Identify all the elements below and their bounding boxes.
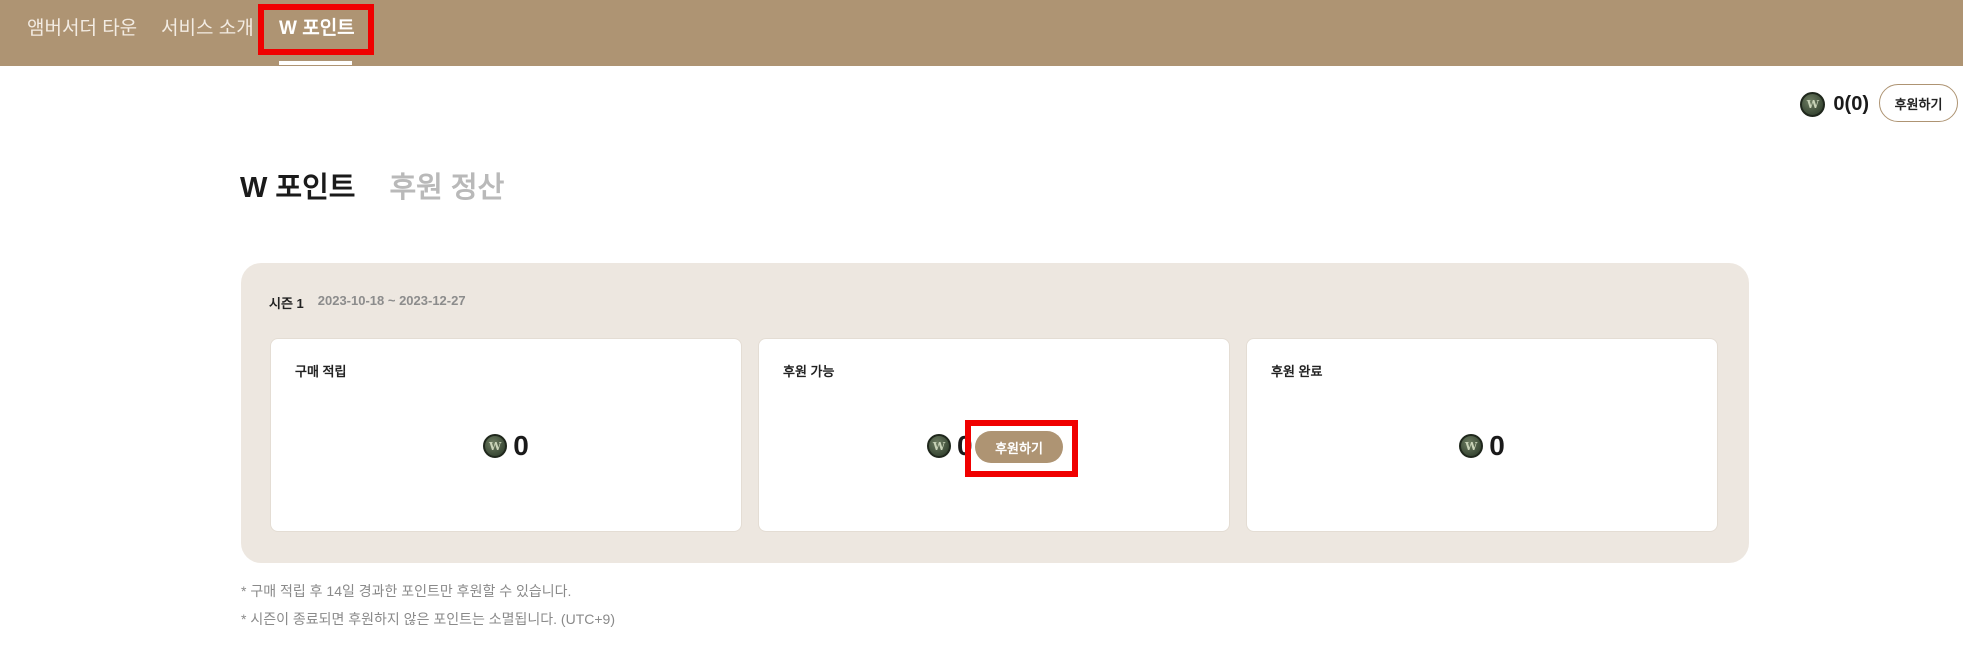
season-dates: 2023-10-18 ~ 2023-12-27 (317, 293, 466, 308)
point-balance: W 0(0) (1800, 86, 1869, 122)
w-coin-icon: W (927, 434, 951, 458)
note-season-expiry: * 시즌이 종료되면 후원하지 않은 포인트는 소멸됩니다. (UTC+9) (241, 611, 615, 627)
season-name: 시즌 1 (269, 296, 304, 311)
balance-amount: 0(0) (1833, 92, 1869, 115)
card-number: 0 (1489, 430, 1505, 461)
note-14-days: * 구매 적립 후 14일 경과한 포인트만 후원할 수 있습니다. (241, 583, 572, 599)
header-sponsor-button[interactable]: 후원하기 (1879, 84, 1958, 122)
card-sponsor-button[interactable]: 후원하기 (975, 431, 1063, 463)
card-value: W 0 (927, 432, 1229, 460)
card-title: 구매 적립 (295, 364, 347, 379)
season-info: 시즌 1 2023-10-18 ~ 2023-12-27 (269, 293, 466, 312)
nav-item-ambassador-town[interactable]: 앰버서더 타운 (27, 0, 137, 58)
page-tabs: W 포인트 후원 정산 (240, 164, 504, 206)
card-number: 0 (513, 430, 529, 461)
w-coin-icon: W (483, 434, 508, 458)
nav-item-w-point[interactable]: W 포인트 (279, 0, 355, 58)
w-coin-icon: W (1459, 434, 1484, 458)
card-number: 0 (957, 430, 973, 461)
w-coin-icon: W (1800, 91, 1826, 117)
card-title: 후원 가능 (783, 364, 835, 379)
nav-item-service-intro[interactable]: 서비스 소개 (161, 0, 254, 58)
card-purchase-accrual: 구매 적립 W 0 (270, 338, 742, 532)
card-value: W 0 (1247, 432, 1717, 460)
top-nav: 앰버서더 타운 서비스 소개 W 포인트 (0, 0, 1963, 66)
tab-w-point[interactable]: W 포인트 (240, 164, 355, 206)
card-value: W 0 (271, 432, 741, 460)
card-sponsor-complete: 후원 완료 W 0 (1246, 338, 1718, 532)
season-panel: 시즌 1 2023-10-18 ~ 2023-12-27 구매 적립 W 0 후… (241, 263, 1749, 563)
card-title: 후원 완료 (1271, 364, 1323, 379)
nav-active-underline (279, 61, 352, 65)
tab-sponsor-settlement[interactable]: 후원 정산 (389, 164, 504, 206)
